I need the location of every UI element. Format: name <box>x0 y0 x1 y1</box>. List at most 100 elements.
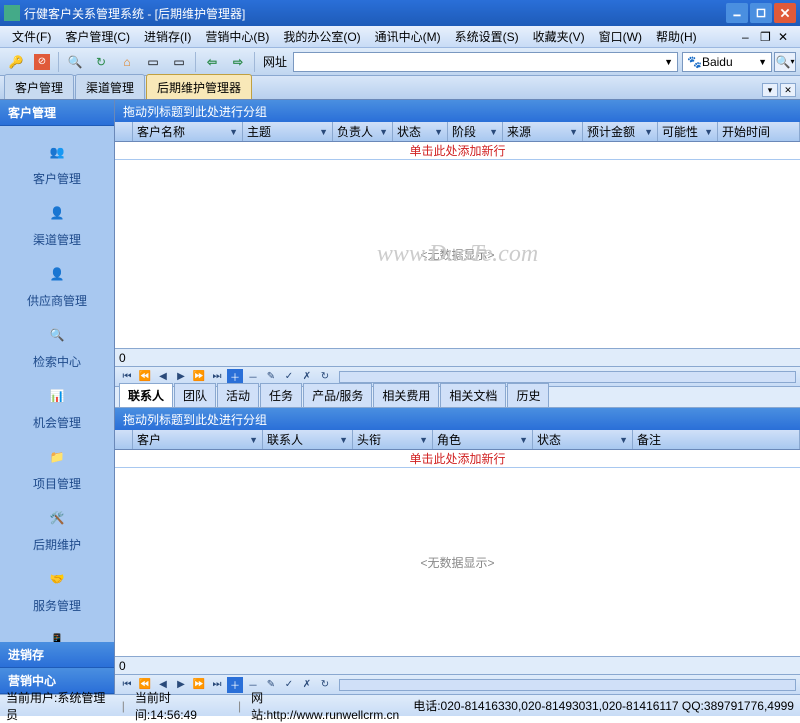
status-time: 当前时间:14:56:49 <box>135 689 228 723</box>
top-grid-group-panel[interactable]: 拖动列标题到此处进行分组 <box>115 100 800 122</box>
sidebar-item-channel[interactable]: 👤渠道管理 <box>0 193 114 254</box>
top-grid-new-row[interactable]: 单击此处添加新行 <box>115 142 800 160</box>
col-b-status[interactable]: 状态▼ <box>533 430 633 449</box>
col-b-title[interactable]: 头衔▼ <box>353 430 433 449</box>
bnav-add-icon[interactable]: ＋ <box>227 677 243 693</box>
nav-scrollbar[interactable] <box>339 371 796 383</box>
col-b-customer[interactable]: 客户▼ <box>133 430 263 449</box>
subtab-task[interactable]: 任务 <box>260 383 302 407</box>
col-subject[interactable]: 主题▼ <box>243 122 333 141</box>
subtab-product[interactable]: 产品/服务 <box>303 383 372 407</box>
sidebar-item-project[interactable]: 📁项目管理 <box>0 437 114 498</box>
bottom-grid-header: 客户▼ 联系人▼ 头衔▼ 角色▼ 状态▼ 备注 <box>115 430 800 450</box>
tab-channel-mgmt[interactable]: 渠道管理 <box>75 74 145 99</box>
folder-icon: 📁 <box>41 441 73 473</box>
sidebar-items: 👥客户管理 👤渠道管理 👤供应商管理 🔍检索中心 📊机会管理 📁项目管理 🛠️后… <box>0 126 114 642</box>
subtab-history[interactable]: 历史 <box>507 383 549 407</box>
menu-settings[interactable]: 系统设置(S) <box>449 26 525 47</box>
subtab-contacts[interactable]: 联系人 <box>119 383 173 407</box>
col-owner[interactable]: 负责人▼ <box>333 122 393 141</box>
sidebar-item-customer[interactable]: 👥客户管理 <box>0 132 114 193</box>
key-icon[interactable]: 🔑 <box>4 50 28 74</box>
mdi-restore[interactable]: ❐ <box>760 30 776 44</box>
subtab-activity[interactable]: 活动 <box>217 383 259 407</box>
search-icon[interactable]: 🔍 <box>63 50 87 74</box>
bottom-grid-new-row[interactable]: 单击此处添加新行 <box>115 450 800 468</box>
minimize-button[interactable] <box>726 3 748 23</box>
menu-office[interactable]: 我的办公室(O) <box>277 26 366 47</box>
bottom-grid-body: <无数据显示> <box>115 468 800 656</box>
refresh-icon[interactable]: ↻ <box>89 50 113 74</box>
col-amount[interactable]: 预计金额▼ <box>583 122 658 141</box>
col-status[interactable]: 状态▼ <box>393 122 448 141</box>
sidebar-item-search[interactable]: 🔍检索中心 <box>0 315 114 376</box>
window-title: 行健客户关系管理系统 - [后期维护管理器] <box>24 5 724 22</box>
tab-list-button[interactable]: ▾ <box>762 83 778 97</box>
sidebar-header-customer[interactable]: 客户管理 <box>0 100 114 126</box>
blank2-button[interactable]: ▭ <box>167 50 191 74</box>
empty-text: <无数据显示> <box>420 246 494 263</box>
menu-window[interactable]: 窗口(W) <box>593 26 648 47</box>
menu-comm[interactable]: 通讯中心(M) <box>369 26 447 47</box>
status-phone: 电话:020-81416330,020-81493031,020-8141611… <box>413 697 794 714</box>
col-b-role[interactable]: 角色▼ <box>433 430 533 449</box>
home-icon[interactable]: ⌂ <box>115 50 139 74</box>
bottom-grid-group-panel[interactable]: 拖动列标题到此处进行分组 <box>115 408 800 430</box>
col-indicator <box>115 122 133 141</box>
address-label: 网址 <box>263 53 287 70</box>
top-grid-footer: 0 <box>115 348 800 366</box>
menu-inventory[interactable]: 进销存(I) <box>138 26 197 47</box>
person-gear-icon: 👤 <box>41 197 73 229</box>
statusbar: 当前用户:系统管理员 | 当前时间:14:56:49 | 网站:http://w… <box>0 694 800 716</box>
menu-file[interactable]: 文件(F) <box>6 26 57 47</box>
top-grid-header: 客户名称▼ 主题▼ 负责人▼ 状态▼ 阶段▼ 来源▼ 预计金额▼ 可能性▼ 开始… <box>115 122 800 142</box>
col-probability[interactable]: 可能性▼ <box>658 122 718 141</box>
mdi-minimize[interactable]: ‒ <box>742 30 758 44</box>
go-search-button[interactable]: 🔍▾ <box>774 52 796 72</box>
magnifier-icon: 🔍 <box>41 319 73 351</box>
col-stage[interactable]: 阶段▼ <box>448 122 503 141</box>
menu-help[interactable]: 帮助(H) <box>650 26 703 47</box>
col-start-time[interactable]: 开始时间 <box>718 122 800 141</box>
address-input[interactable]: ▼ <box>293 52 678 72</box>
back-icon[interactable]: ⇦ <box>200 50 224 74</box>
close-button[interactable] <box>774 3 796 23</box>
menu-favorites[interactable]: 收藏夹(V) <box>527 26 591 47</box>
col-source[interactable]: 来源▼ <box>503 122 583 141</box>
col-b-indicator <box>115 430 133 449</box>
detail-tabs: 联系人 团队 活动 任务 产品/服务 相关费用 相关文档 历史 <box>115 386 800 408</box>
menu-customer[interactable]: 客户管理(C) <box>59 26 136 47</box>
sidebar-item-service[interactable]: 🤝服务管理 <box>0 559 114 620</box>
mdi-close[interactable]: ✕ <box>778 30 794 44</box>
bnav-scrollbar[interactable] <box>339 679 796 691</box>
forward-icon[interactable]: ⇨ <box>226 50 250 74</box>
subtab-docs[interactable]: 相关文档 <box>440 383 506 407</box>
tab-close-button[interactable]: ✕ <box>780 83 796 97</box>
stop-button[interactable]: ⊘ <box>30 50 54 74</box>
subtab-team[interactable]: 团队 <box>174 383 216 407</box>
bottom-grid-footer: 0 <box>115 656 800 674</box>
tab-customer-mgmt[interactable]: 客户管理 <box>4 74 74 99</box>
phone-icon: 📱 <box>41 624 73 642</box>
sidebar-item-call[interactable]: 📱来电处理 <box>0 620 114 642</box>
status-site: 网站:http://www.runwellcrm.cn <box>251 689 403 723</box>
menu-marketing[interactable]: 营销中心(B) <box>199 26 275 47</box>
sidebar-item-maintenance[interactable]: 🛠️后期维护 <box>0 498 114 559</box>
status-user: 当前用户:系统管理员 <box>6 689 112 723</box>
bnav-first-icon[interactable]: ⏮ <box>119 677 135 693</box>
maximize-button[interactable] <box>750 3 772 23</box>
subtab-expense[interactable]: 相关费用 <box>373 383 439 407</box>
search-engine-combo[interactable]: 🐾Baidu▼ <box>682 52 772 72</box>
sidebar-item-opportunity[interactable]: 📊机会管理 <box>0 376 114 437</box>
sidebar-header-inventory[interactable]: 进销存 <box>0 642 114 668</box>
service-icon: 🤝 <box>41 563 73 595</box>
document-tabs: 客户管理 渠道管理 后期维护管理器 ▾ ✕ <box>0 76 800 100</box>
col-b-contact[interactable]: 联系人▼ <box>263 430 353 449</box>
col-customer-name[interactable]: 客户名称▼ <box>133 122 243 141</box>
tab-maintenance-mgr[interactable]: 后期维护管理器 <box>146 74 252 99</box>
col-b-remark[interactable]: 备注 <box>633 430 800 449</box>
blank-button[interactable]: ▭ <box>141 50 165 74</box>
supplier-icon: 👤 <box>41 258 73 290</box>
sidebar-item-supplier[interactable]: 👤供应商管理 <box>0 254 114 315</box>
sidebar: 客户管理 👥客户管理 👤渠道管理 👤供应商管理 🔍检索中心 📊机会管理 📁项目管… <box>0 100 115 694</box>
